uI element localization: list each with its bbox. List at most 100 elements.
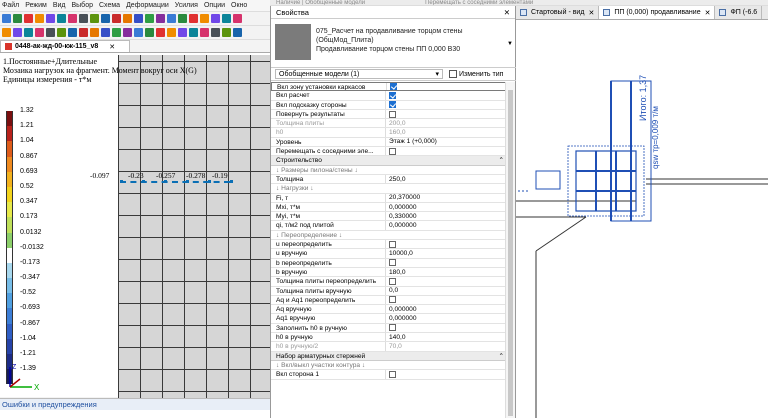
- property-value[interactable]: 0,000000: [386, 203, 507, 211]
- property-row[interactable]: b переопределить: [271, 258, 507, 268]
- property-value[interactable]: [386, 101, 507, 109]
- toolbar-button-icon[interactable]: [178, 28, 187, 37]
- property-row[interactable]: Fi, т 20,370000: [271, 193, 507, 203]
- checkbox-checked-icon[interactable]: [389, 101, 396, 109]
- edit-type-button[interactable]: Изменить тип: [449, 70, 503, 78]
- properties-section[interactable]: Набор арматурных стержней ⌃: [271, 351, 507, 361]
- toolbar-button-icon[interactable]: [145, 28, 154, 37]
- property-value[interactable]: [386, 259, 507, 267]
- toolbar-button-icon[interactable]: [123, 14, 132, 23]
- property-row[interactable]: Mxi, т*м 0,000000: [271, 202, 507, 213]
- toolbar-button-icon[interactable]: [211, 28, 220, 37]
- toolbar-button-icon[interactable]: [156, 28, 165, 37]
- property-row[interactable]: Вкл расчет: [271, 91, 507, 101]
- menu-item[interactable]: Файл: [2, 2, 19, 9]
- menu-item[interactable]: Выбор: [71, 2, 93, 9]
- view-tab[interactable]: Стартовый - вид ✕: [516, 6, 600, 19]
- property-row[interactable]: Повернуть результаты: [271, 109, 507, 120]
- chevron-down-icon[interactable]: ▼: [507, 41, 513, 47]
- toolbar-button-icon[interactable]: [145, 14, 154, 23]
- toolbar-button-icon[interactable]: [101, 14, 110, 23]
- toolbar-button-icon[interactable]: [68, 14, 77, 23]
- menu-item[interactable]: Режим: [25, 2, 47, 9]
- toolbar-button-icon[interactable]: [79, 28, 88, 37]
- toolbar-button-icon[interactable]: [57, 28, 66, 37]
- toolbar-button-icon[interactable]: [222, 14, 231, 23]
- close-icon[interactable]: ✕: [504, 8, 510, 17]
- category-filter-select[interactable]: Обобщенные модели (1) ▾: [275, 69, 443, 79]
- menu-item[interactable]: Окно: [231, 2, 247, 9]
- property-value[interactable]: [386, 91, 507, 99]
- toolbar-button-icon[interactable]: [46, 14, 55, 23]
- property-row[interactable]: Aq1 вручную 0,000000: [271, 314, 507, 324]
- close-icon[interactable]: ✕: [588, 9, 594, 17]
- property-value[interactable]: [386, 147, 507, 155]
- property-value[interactable]: [386, 370, 507, 378]
- toolbar-button-icon[interactable]: [13, 14, 22, 23]
- property-row[interactable]: Вкл зону установки каркасов: [271, 82, 507, 92]
- checkbox-unchecked-icon[interactable]: [389, 296, 396, 304]
- property-value[interactable]: 200,0: [386, 119, 507, 127]
- checkbox-unchecked-icon[interactable]: [389, 110, 396, 118]
- checkbox-unchecked-icon[interactable]: [389, 324, 396, 332]
- property-row[interactable]: Толщина плиты вручную 0,0: [271, 286, 507, 296]
- property-row[interactable]: Перемещать с соседними эле...: [271, 147, 507, 157]
- checkbox-unchecked-icon[interactable]: [389, 277, 396, 285]
- property-row[interactable]: h0 в ручную/2 70,0: [271, 342, 507, 352]
- model-canvas[interactable]: 1.Постоянные+Длительные Мозаика нагрузок…: [0, 52, 270, 398]
- property-row[interactable]: Myi, т*м 0,330000: [271, 212, 507, 222]
- checkbox-unchecked-icon[interactable]: [389, 259, 396, 267]
- toolbar-button-icon[interactable]: [13, 28, 22, 37]
- toolbar-button-icon[interactable]: [189, 14, 198, 23]
- toolbar-button-icon[interactable]: [211, 14, 220, 23]
- checkbox-unchecked-icon[interactable]: [389, 147, 396, 155]
- property-value[interactable]: 0,000000: [386, 221, 507, 229]
- checkbox-unchecked-icon[interactable]: [389, 370, 396, 378]
- property-row[interactable]: h0 160,0: [271, 128, 507, 138]
- view-tab[interactable]: ПП (0,000) продавливание ✕: [599, 6, 716, 19]
- property-value[interactable]: 0,000000: [386, 314, 507, 322]
- toolbar-button-icon[interactable]: [222, 28, 231, 37]
- toolbar-button-icon[interactable]: [35, 28, 44, 37]
- toolbar-button-icon[interactable]: [112, 14, 121, 23]
- property-value[interactable]: [386, 296, 507, 304]
- toolbar-button-icon[interactable]: [167, 14, 176, 23]
- menu-item[interactable]: Усилия: [175, 2, 198, 9]
- collapse-icon[interactable]: ⌃: [498, 156, 504, 164]
- property-row[interactable]: Aq и Aq1 переопределить: [271, 295, 507, 306]
- property-value[interactable]: Этаж 1 (+0,000): [386, 138, 507, 146]
- property-row[interactable]: b вручную 180,0: [271, 267, 507, 278]
- toolbar-button-icon[interactable]: [24, 14, 33, 23]
- toolbar-button-icon[interactable]: [90, 28, 99, 37]
- toolbar-button-icon[interactable]: [68, 28, 77, 37]
- property-row[interactable]: Вкл подсказку стороны: [271, 100, 507, 110]
- menu-item[interactable]: Деформации: [126, 2, 169, 9]
- menu-item[interactable]: Схема: [99, 2, 120, 9]
- toolbar-button-icon[interactable]: [57, 14, 66, 23]
- toolbar-button-icon[interactable]: [35, 14, 44, 23]
- type-selector[interactable]: 075_Расчет на продавливание торцом стены…: [271, 21, 517, 67]
- property-value[interactable]: 140,0: [386, 333, 507, 341]
- property-value[interactable]: 0,0: [386, 287, 507, 295]
- toolbar-button-icon[interactable]: [2, 28, 11, 37]
- property-row[interactable]: Толщина 250,0: [271, 174, 507, 185]
- property-value[interactable]: [386, 110, 507, 118]
- menu-item[interactable]: Вид: [53, 2, 66, 9]
- toolbar-button-icon[interactable]: [233, 14, 242, 23]
- properties-section[interactable]: Строительство ⌃: [271, 156, 507, 166]
- property-value[interactable]: 0,330000: [386, 212, 507, 220]
- close-icon[interactable]: ✕: [109, 43, 115, 51]
- toolbar-button-icon[interactable]: [178, 14, 187, 23]
- collapse-icon[interactable]: ⌃: [498, 352, 504, 360]
- property-value[interactable]: [386, 277, 507, 285]
- checkbox-unchecked-icon[interactable]: [389, 240, 396, 248]
- property-row[interactable]: Aq вручную 0,000000: [271, 305, 507, 315]
- property-value[interactable]: 10000,0: [386, 249, 507, 257]
- error-panel-header[interactable]: Ошибки и предупреждения: [0, 399, 270, 410]
- view-tab[interactable]: ФП (-6.6: [715, 6, 763, 19]
- property-value[interactable]: 20,370000: [386, 194, 507, 202]
- property-row[interactable]: Вкл сторона 1: [271, 370, 507, 380]
- property-row[interactable]: Толщина плиты переопределить: [271, 277, 507, 287]
- close-icon[interactable]: ✕: [705, 9, 711, 17]
- property-row[interactable]: Уровень Этаж 1 (+0,000): [271, 137, 507, 148]
